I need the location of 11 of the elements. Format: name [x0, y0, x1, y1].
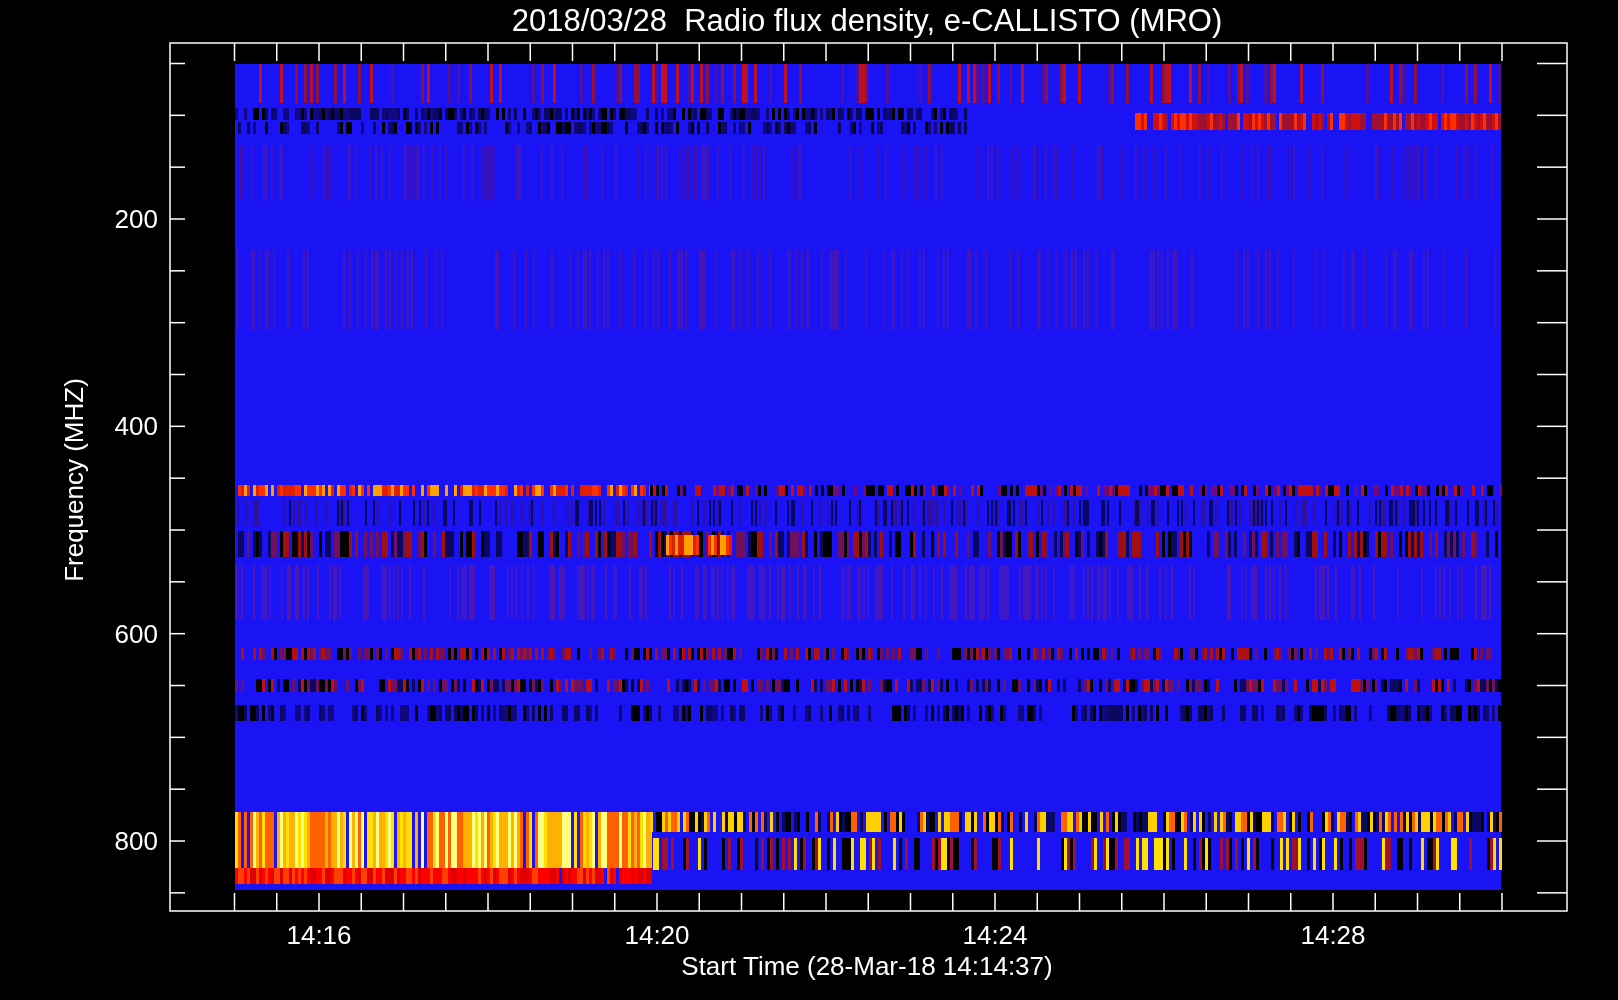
axis-tick-label: 14:24: [962, 922, 1028, 948]
axis-title: Frequency (MHZ): [61, 378, 87, 582]
axis-tick-label: 200: [114, 206, 158, 232]
axis-tick-label: 14:28: [1300, 922, 1366, 948]
axis-tick-label: 600: [114, 620, 158, 647]
axis-tick-label: 400: [114, 413, 158, 440]
axis-tick-label: 800: [114, 828, 158, 854]
axis-tick-label: 14:16: [286, 922, 352, 948]
chart-title: 2018/03/28 Radio flux density, e-CALLISTO (MRO): [511, 5, 1223, 36]
axis-tick-label: 14:20: [624, 922, 690, 948]
axis-title: Start Time (28-Mar-18 14:14:37): [681, 953, 1053, 979]
